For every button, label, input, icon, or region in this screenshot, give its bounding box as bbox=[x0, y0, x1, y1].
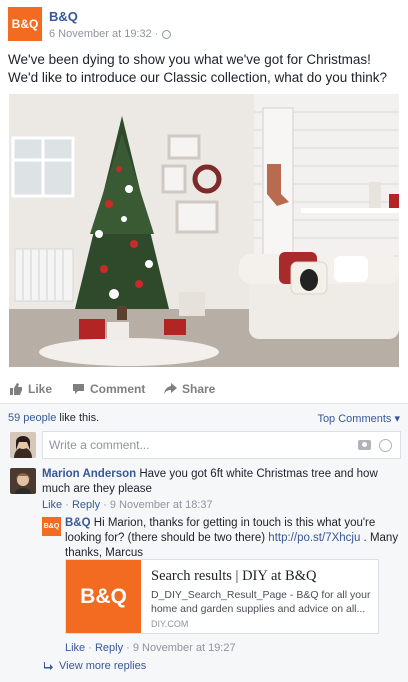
post-text: We've been dying to show you what we've … bbox=[8, 52, 388, 85]
likes-suffix: like this. bbox=[56, 412, 100, 424]
reply-meta: Like · Reply · 9 November at 19:27 bbox=[65, 642, 236, 654]
reply-arrow-icon bbox=[44, 662, 53, 670]
reply-like-link[interactable]: Like bbox=[65, 642, 85, 654]
comments-section: 59 people like this. Top Comments ▾ Mari… bbox=[0, 404, 408, 682]
user-avatar bbox=[10, 432, 36, 458]
post-timestamp[interactable]: 6 November at 19:32 · bbox=[49, 28, 158, 40]
view-more-replies-link[interactable]: View more replies bbox=[44, 660, 146, 672]
comment-button[interactable]: Comment bbox=[72, 382, 145, 396]
preview-description: D_DIY_Search_Result_Page - B&Q for all y… bbox=[151, 589, 371, 615]
comment-meta: Like · Reply · 9 November at 18:37 bbox=[42, 499, 213, 511]
page-name-link[interactable]: B&Q bbox=[49, 9, 78, 24]
reply: B&Q Hi Marion, thanks for getting in tou… bbox=[65, 516, 401, 561]
comment-author[interactable]: Marion Anderson bbox=[42, 468, 136, 480]
post-image[interactable] bbox=[9, 94, 399, 367]
comment-time[interactable]: · 9 November at 18:37 bbox=[100, 499, 212, 511]
share-button[interactable]: Share bbox=[164, 382, 215, 396]
comment-like-link[interactable]: Like bbox=[42, 499, 62, 511]
globe-icon bbox=[162, 29, 172, 39]
thumbs-up-icon bbox=[10, 383, 22, 395]
comment-reply-link[interactable]: Reply bbox=[72, 499, 100, 511]
like-button[interactable]: Like bbox=[10, 382, 52, 396]
reply-avatar-logo[interactable]: B&Q bbox=[42, 517, 61, 536]
reply-url-link[interactable]: http://po.st/7Xhcju bbox=[268, 532, 360, 544]
post-meta: 6 November at 19:32 · bbox=[49, 28, 172, 40]
comment-input[interactable] bbox=[43, 432, 343, 458]
action-bar: Like Comment Share bbox=[0, 376, 408, 404]
preview-thumbnail: B&Q bbox=[66, 560, 141, 633]
reply-author[interactable]: B&Q bbox=[65, 517, 91, 529]
camera-icon[interactable] bbox=[358, 440, 371, 450]
like-button-label: Like bbox=[28, 382, 53, 396]
comment-button-label: Comment bbox=[90, 382, 146, 396]
reply-reply-link[interactable]: Reply bbox=[95, 642, 123, 654]
top-comments-dropdown[interactable]: Top Comments ▾ bbox=[317, 412, 400, 425]
preview-title: Search results | DIY at B&Q bbox=[151, 568, 317, 584]
comment: Marion Anderson Have you got 6ft white C… bbox=[42, 467, 402, 497]
page-logo[interactable]: B&Q bbox=[8, 7, 42, 41]
preview-domain: DIY.COM bbox=[151, 619, 189, 629]
share-button-label: Share bbox=[182, 382, 216, 396]
commenter-avatar[interactable] bbox=[10, 468, 36, 494]
link-preview-card[interactable]: B&Q Search results | DIY at B&Q D_DIY_Se… bbox=[65, 559, 379, 634]
view-more-replies-label: View more replies bbox=[59, 660, 147, 672]
likes-count-link[interactable]: 59 people bbox=[8, 412, 56, 424]
comment-composer[interactable] bbox=[42, 431, 401, 459]
share-icon bbox=[164, 383, 177, 394]
emoji-icon[interactable] bbox=[379, 439, 392, 452]
reply-time[interactable]: · 9 November at 19:27 bbox=[123, 642, 235, 654]
likes-summary: 59 people like this. bbox=[8, 412, 99, 424]
comment-icon bbox=[73, 384, 84, 394]
